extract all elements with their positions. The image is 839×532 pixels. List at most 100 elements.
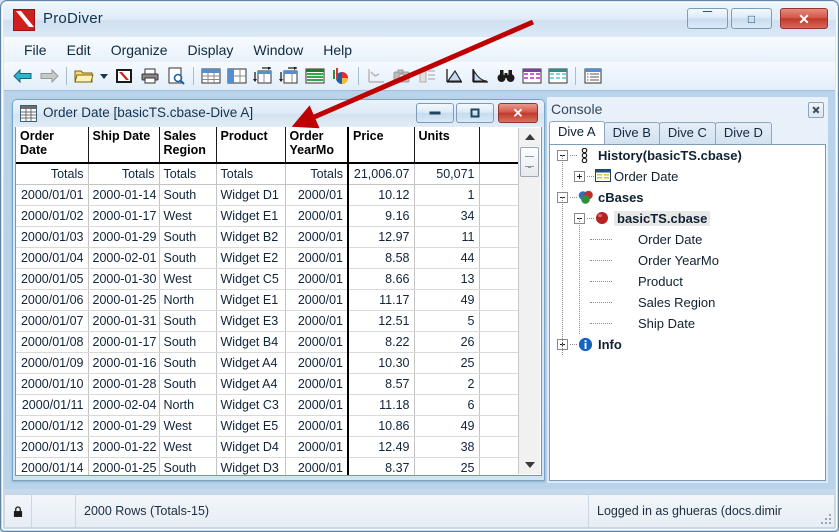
cell-orderdate[interactable]: 2000/01/09 (16, 352, 88, 373)
cell-product[interactable]: Totals (216, 163, 285, 184)
tree-item-sales-region[interactable]: Sales Region (550, 292, 825, 313)
window-maximize-button[interactable]: □ (731, 8, 772, 29)
cell-ship-date[interactable]: 2000-01-31 (88, 310, 159, 331)
cell-price[interactable]: 8.37 (348, 457, 414, 476)
cell-orderyearmo[interactable]: Totals (285, 163, 348, 184)
column-header-units[interactable]: Units (414, 127, 479, 163)
scroll-up-arrow-icon[interactable] (519, 128, 540, 146)
cell-product[interactable]: Widget E2 (216, 247, 285, 268)
tab-dive-a[interactable]: Dive A (549, 121, 605, 144)
cell-blank[interactable] (479, 184, 521, 205)
cell-blank[interactable] (479, 331, 521, 352)
cell-salesregion[interactable]: West (159, 436, 216, 457)
cell-salesregion[interactable]: West (159, 415, 216, 436)
cell-units[interactable]: 49 (414, 415, 479, 436)
graph-icon[interactable] (328, 64, 354, 88)
cell-ship-date[interactable]: 2000-01-17 (88, 205, 159, 226)
cell-product[interactable]: Widget B4 (216, 331, 285, 352)
cell-blank[interactable] (479, 268, 521, 289)
tabular-view-icon[interactable] (198, 64, 224, 88)
table-row[interactable]: 2000/01/062000-01-25NorthWidget E12000/0… (16, 289, 521, 310)
child-close-button[interactable]: ✕ (498, 103, 538, 123)
cell-orderyearmo[interactable]: 2000/01 (285, 331, 348, 352)
tree-item-order-date[interactable]: Order Date (550, 166, 825, 187)
cell-ship-date[interactable]: 2000-01-17 (88, 331, 159, 352)
cell-product[interactable]: Widget E3 (216, 310, 285, 331)
cell-units[interactable]: 6 (414, 394, 479, 415)
cell-price[interactable]: 9.16 (348, 205, 414, 226)
cell-orderdate[interactable]: 2000/01/12 (16, 415, 88, 436)
cell-units[interactable]: 11 (414, 226, 479, 247)
window-minimize-button[interactable]: ─ (687, 8, 728, 29)
save-model-icon[interactable] (111, 64, 137, 88)
cell-orderyearmo[interactable]: 2000/01 (285, 226, 348, 247)
menu-item-help[interactable]: Help (313, 40, 362, 60)
cell-orderdate[interactable]: 2000/01/02 (16, 205, 88, 226)
cell-price[interactable]: 12.51 (348, 310, 414, 331)
tree-item-cbases[interactable]: cBases (550, 187, 825, 208)
cell-orderyearmo[interactable]: 2000/01 (285, 352, 348, 373)
tree-item-order-yearmo[interactable]: Order YearMo (550, 250, 825, 271)
decline-chart-icon[interactable] (467, 64, 493, 88)
cell-blank[interactable] (479, 436, 521, 457)
cell-salesregion[interactable]: South (159, 226, 216, 247)
add-calc-column-icon[interactable] (276, 64, 302, 88)
cell-price[interactable]: 8.57 (348, 373, 414, 394)
cell-orderyearmo[interactable]: 2000/01 (285, 289, 348, 310)
properties-icon[interactable] (580, 64, 606, 88)
cell-orderdate[interactable]: 2000/01/03 (16, 226, 88, 247)
cell-units[interactable]: 49 (414, 289, 479, 310)
cell-product[interactable]: Widget D4 (216, 436, 285, 457)
cell-price[interactable]: 8.66 (348, 268, 414, 289)
column-header-blank[interactable] (479, 127, 521, 163)
cell-product[interactable]: Widget C3 (216, 394, 285, 415)
cell-orderyearmo[interactable]: 2000/01 (285, 415, 348, 436)
cell-product[interactable]: Widget A4 (216, 373, 285, 394)
cell-salesregion[interactable]: North (159, 289, 216, 310)
cell-blank[interactable] (479, 289, 521, 310)
table-row[interactable]: 2000/01/042000-02-01SouthWidget E22000/0… (16, 247, 521, 268)
cell-orderyearmo[interactable]: 2000/01 (285, 436, 348, 457)
tab-dive-d[interactable]: Dive D (715, 122, 772, 144)
cell-salesregion[interactable]: South (159, 457, 216, 476)
window-close-button[interactable]: ✕ (780, 8, 828, 29)
add-column-icon[interactable] (250, 64, 276, 88)
print-preview-icon[interactable] (163, 64, 189, 88)
column-header-price[interactable]: Price (348, 127, 414, 163)
column-header-sales-region[interactable]: SalesRegion (159, 127, 216, 163)
column-header-order-yearmo[interactable]: OrderYearMo (285, 127, 348, 163)
cell-ship-date[interactable]: 2000-01-22 (88, 436, 159, 457)
print-icon[interactable] (137, 64, 163, 88)
cell-product[interactable]: Widget D1 (216, 184, 285, 205)
cell-orderdate[interactable]: 2000/01/11 (16, 394, 88, 415)
cell-ship-date[interactable]: 2000-01-28 (88, 373, 159, 394)
cell-orderdate[interactable]: 2000/01/04 (16, 247, 88, 268)
cell-blank[interactable] (479, 163, 521, 184)
cell-ship-date[interactable]: 2000-01-29 (88, 415, 159, 436)
cell-units[interactable]: 2 (414, 373, 479, 394)
cell-units[interactable]: 26 (414, 331, 479, 352)
cell-orderdate[interactable]: 2000/01/05 (16, 268, 88, 289)
grid-view-icon[interactable] (545, 64, 571, 88)
table-row[interactable]: 2000/01/072000-01-31SouthWidget E32000/0… (16, 310, 521, 331)
tab-dive-c[interactable]: Dive C (659, 122, 716, 144)
cell-units[interactable]: 25 (414, 352, 479, 373)
table-row[interactable]: 2000/01/112000-02-04NorthWidget C32000/0… (16, 394, 521, 415)
cell-orderyearmo[interactable]: 2000/01 (285, 310, 348, 331)
console-close-icon[interactable] (808, 102, 824, 118)
cell-product[interactable]: Widget C5 (216, 268, 285, 289)
column-header-product[interactable]: Product (216, 127, 285, 163)
data-grid[interactable]: OrderDateShip DateSalesRegionProductOrde… (15, 127, 542, 476)
cell-salesregion[interactable]: South (159, 373, 216, 394)
cell-units[interactable]: 25 (414, 457, 479, 476)
menu-item-display[interactable]: Display (178, 40, 244, 60)
cell-blank[interactable] (479, 373, 521, 394)
cell-blank[interactable] (479, 226, 521, 247)
cell-ship-date[interactable]: 2000-01-29 (88, 226, 159, 247)
cell-salesregion[interactable]: South (159, 247, 216, 268)
table-row[interactable]: 2000/01/082000-01-17SouthWidget B42000/0… (16, 331, 521, 352)
table-row[interactable]: 2000/01/132000-01-22WestWidget D42000/01… (16, 436, 521, 457)
cell-price[interactable]: 11.17 (348, 289, 414, 310)
cell-orderdate[interactable]: 2000/01/01 (16, 184, 88, 205)
grid-vertical-scrollbar[interactable] (518, 128, 540, 474)
